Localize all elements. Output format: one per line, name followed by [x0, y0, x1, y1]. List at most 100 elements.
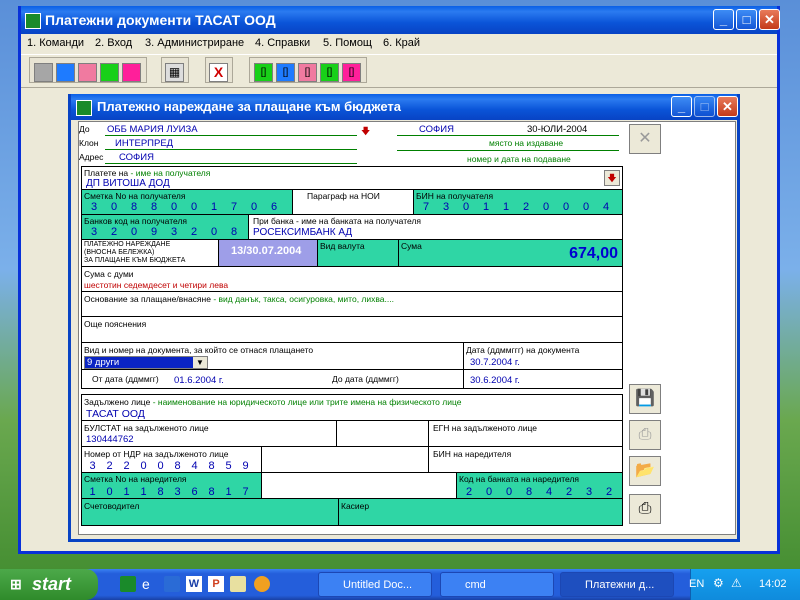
- doc-button-blue[interactable]: []: [276, 63, 295, 82]
- print-preview-icon[interactable]: ⎙: [629, 420, 661, 450]
- document-button-group: [] [] [] [] []: [249, 57, 367, 83]
- dialog-maximize-button[interactable]: □: [694, 96, 715, 117]
- cashier-box[interactable]: Касиер: [338, 498, 623, 526]
- menu-admin[interactable]: 3. Администриране: [145, 37, 244, 49]
- bank-code-field[interactable]: 32093208: [84, 226, 244, 238]
- ndr-box: Номер от НДР на задълженото лице 3220084…: [81, 446, 262, 473]
- amount-words-label: Сума с думи: [84, 269, 134, 279]
- chevron-down-icon[interactable]: ▼: [193, 357, 207, 368]
- language-indicator[interactable]: EN: [689, 578, 704, 590]
- doc-date-box[interactable]: 13/30.07.2004: [218, 239, 318, 267]
- color-button-pink[interactable]: [78, 63, 97, 82]
- menu-exit[interactable]: 6. Край: [383, 37, 420, 49]
- payer-account-extra-box[interactable]: [261, 472, 457, 499]
- doc-kind-select[interactable]: 9 други ▼: [84, 356, 208, 369]
- calculator-icon[interactable]: ▦: [165, 63, 184, 82]
- basis-box[interactable]: Основание за плащане/внасяне - вид данък…: [81, 291, 623, 317]
- powerpoint-icon[interactable]: P: [208, 576, 224, 592]
- security-icon[interactable]: ⚠: [731, 576, 742, 590]
- menu-login[interactable]: 2. Вход: [95, 37, 132, 49]
- color-button-blue[interactable]: [56, 63, 75, 82]
- branch-field[interactable]: ИНТЕРПРЕД: [115, 138, 173, 149]
- task-untitled-doc[interactable]: Untitled Doc...: [318, 572, 432, 597]
- payee-account-field[interactable]: 3088001706: [84, 201, 284, 213]
- place-field[interactable]: СОФИЯ: [419, 124, 454, 135]
- nra-paragraph-box[interactable]: Параграф на НОИ: [292, 189, 414, 215]
- doc-button-green[interactable]: []: [254, 63, 273, 82]
- payer-account-field[interactable]: 1011836817: [84, 486, 254, 498]
- color-button-magenta[interactable]: [122, 63, 141, 82]
- menu-reports[interactable]: 4. Справки: [255, 37, 310, 49]
- start-label: start: [32, 574, 72, 594]
- start-button[interactable]: ⊞ start: [0, 569, 98, 600]
- address-field[interactable]: СОФИЯ: [119, 152, 154, 163]
- payee-label: Платете на - име на получателя: [84, 168, 211, 178]
- dialog-title-bar[interactable]: Платежно нареждане за плащане към бюджет…: [71, 94, 738, 120]
- issue-date-field[interactable]: 30-ЮЛИ-2004: [527, 124, 587, 135]
- ndr-extra-box[interactable]: [261, 446, 429, 473]
- accountant-box[interactable]: Счетоводител: [81, 498, 339, 526]
- minimize-button[interactable]: _: [713, 9, 734, 30]
- desktop-icon[interactable]: [164, 576, 180, 592]
- to-date-box: 30.6.2004 г.: [463, 369, 623, 389]
- dialog-close-button[interactable]: ✕: [717, 96, 738, 117]
- payee-bin-label: БИН на получателя: [416, 191, 494, 201]
- dialog-minimize-button[interactable]: _: [671, 96, 692, 117]
- maximize-button[interactable]: □: [736, 9, 757, 30]
- color-button-gray[interactable]: [34, 63, 53, 82]
- to-label: До: [79, 124, 90, 134]
- bulstat-field[interactable]: 130444762: [86, 434, 134, 445]
- save-icon[interactable]: 💾: [629, 384, 661, 414]
- open-folder-icon[interactable]: 📂: [629, 456, 661, 486]
- cancel-icon[interactable]: ✕: [629, 124, 661, 154]
- doc-button-magenta[interactable]: []: [342, 63, 361, 82]
- calculator-group: ▦: [161, 57, 189, 83]
- menu-bar: 1. Команди 2. Вход 3. Администриране 4. …: [21, 34, 777, 54]
- bulstat-extra-box[interactable]: [336, 420, 429, 447]
- payee-lookup-icon[interactable]: 🡇: [604, 170, 620, 186]
- payee-box: Платете на - име на получателя ДП ВИТОША…: [81, 166, 623, 190]
- menu-help[interactable]: 5. Помощ: [323, 37, 372, 49]
- egn-box[interactable]: ЕГН на задълженото лице: [428, 420, 623, 447]
- from-date-input[interactable]: 01.6.2004 г.: [174, 375, 224, 386]
- media-player-icon[interactable]: [254, 576, 270, 592]
- payee-bin-field[interactable]: 7301120004: [416, 201, 616, 213]
- amount-words-field[interactable]: шестотин седемдесет и четири лева: [84, 280, 228, 290]
- delete-icon[interactable]: X: [209, 63, 228, 82]
- amount-box[interactable]: Сума 674,00: [398, 239, 623, 267]
- address-underline: [105, 163, 357, 164]
- doc-button-pink[interactable]: []: [298, 63, 317, 82]
- payer-bank-field[interactable]: 20084232: [459, 486, 619, 498]
- obliged-field[interactable]: ТАСАТ ООД: [86, 408, 145, 420]
- internet-explorer-icon[interactable]: e: [142, 576, 158, 592]
- color-button-group: [29, 57, 147, 83]
- currency-box[interactable]: Вид валута: [317, 239, 399, 267]
- task-cmd[interactable]: cmd: [440, 572, 554, 597]
- bank-lookup-icon[interactable]: 🡇: [361, 124, 373, 136]
- bulstat-box: БУЛСТАТ на задълженото лице 130444762: [81, 420, 337, 447]
- main-window-title: Платежни документи ТАСАТ ООД: [45, 12, 276, 28]
- nra-paragraph-label: Параграф на НОИ: [307, 191, 380, 201]
- close-button[interactable]: ✕: [759, 9, 780, 30]
- branch-label: Клон: [79, 138, 99, 148]
- extra-box[interactable]: Още пояснения: [81, 316, 623, 343]
- print-icon[interactable]: ⎙: [629, 494, 661, 524]
- payee-field[interactable]: ДП ВИТОША ДОД: [86, 178, 170, 189]
- to-field[interactable]: ОББ МАРИЯ ЛУИЗА: [107, 124, 198, 135]
- doc-date-input[interactable]: 30.7.2004 г.: [470, 357, 520, 368]
- ndr-field[interactable]: 3220084859: [84, 460, 254, 472]
- doc-kind-box: Вид и номер на документа, за който се от…: [81, 342, 464, 370]
- main-title-bar[interactable]: Платежни документи ТАСАТ ООД _ □ ✕: [21, 6, 780, 34]
- app-quicklaunch-icon[interactable]: [120, 576, 136, 592]
- payer-bin-box[interactable]: БИН на наредителя: [428, 446, 623, 473]
- task-payment-docs[interactable]: Платежни д...: [560, 572, 674, 597]
- word-icon[interactable]: W: [186, 576, 202, 592]
- color-button-green[interactable]: [100, 63, 119, 82]
- bank-name-field[interactable]: РОСЕКСИМБАНК АД: [253, 227, 352, 238]
- dialog-icon: [76, 100, 92, 116]
- to-date-input[interactable]: 30.6.2004 г.: [470, 375, 520, 386]
- network-icon[interactable]: ⚙: [713, 576, 724, 590]
- menu-commands[interactable]: 1. Команди: [27, 37, 84, 49]
- notes-icon[interactable]: [230, 576, 246, 592]
- doc-button-green-2[interactable]: []: [320, 63, 339, 82]
